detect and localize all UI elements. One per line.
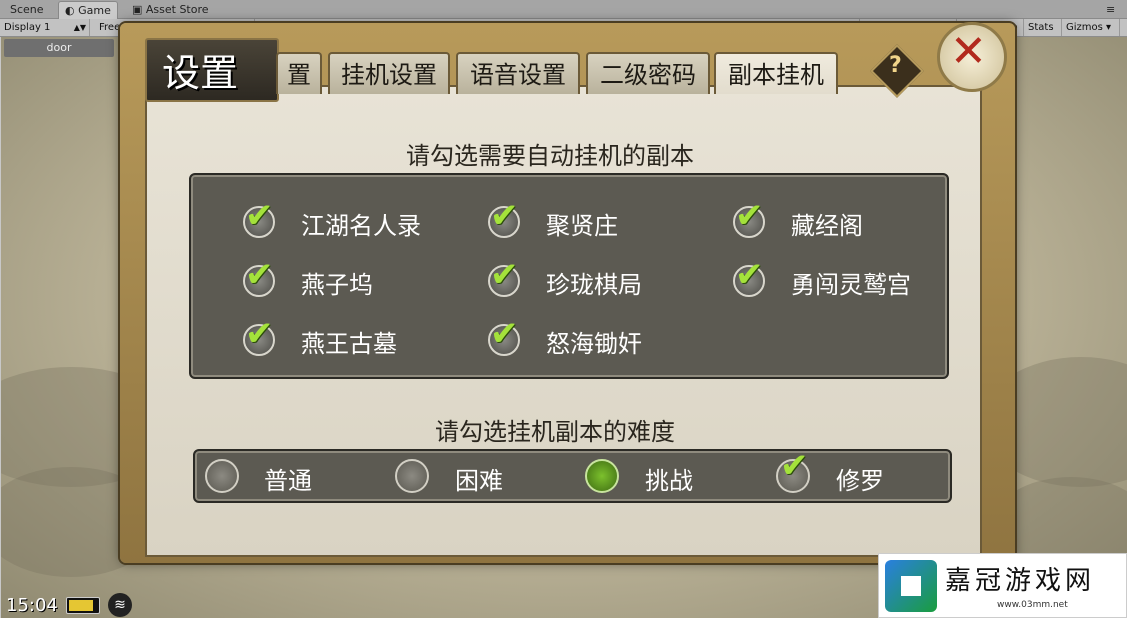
difficulty-label-challenge: 挑战 [645,467,693,495]
dungeon-label: 藏经阁 [791,212,863,240]
tab-game-label: Game [78,4,111,17]
dungeon-label: 燕王古墓 [301,330,397,358]
difficulty-label-normal: 普通 [264,467,312,495]
dialog-title: 设置 [162,51,239,95]
checkmark-icon: ✔ [490,314,519,354]
dungeon-label: 聚贤庄 [546,212,618,240]
checkmark-icon: ✔ [735,255,764,295]
tab-asset-store[interactable]: ▣ Asset Store [126,1,215,18]
checkmark-icon: ✔ [490,255,519,295]
logo-inner-square [901,576,921,596]
close-icon: ✕ [950,26,987,77]
question-icon: ? [889,53,902,78]
checkmark-icon: ✔ [245,255,274,295]
dungeon-label: 勇闯灵鹫宫 [791,271,911,299]
difficulty-radio-hard[interactable] [395,459,429,493]
stats-button[interactable]: Stats [1024,19,1062,36]
checkmark-icon: ✔ [780,446,809,486]
dungeon-prompt: 请勾选需要自动挂机的副本 [406,142,694,170]
dropdown-arrow-icon: ▲▼ [73,23,86,32]
difficulty-radio-challenge[interactable] [585,459,619,493]
dropdown-arrow-icon: ▾ [1102,22,1112,33]
tab-voice-settings[interactable]: 语音设置 [456,52,580,94]
game-tab-icon: ◐ [65,4,79,17]
tab-scene[interactable]: Scene [4,1,50,18]
tab-asset-store-label: Asset Store [145,3,209,16]
site-watermark: 嘉冠游戏网 www.03mm.net [878,553,1127,618]
panel-menu-icon[interactable]: ≡ [1100,1,1121,18]
tab-secondary-password[interactable]: 二级密码 [586,52,710,94]
display-dropdown[interactable]: Display 1 ▲▼ [0,19,90,36]
display-dropdown-value: Display 1 [4,22,51,33]
difficulty-prompt: 请勾选挂机副本的难度 [435,418,675,446]
difficulty-radio-normal[interactable] [205,459,239,493]
door-label: door [4,39,114,57]
dungeon-label: 江湖名人录 [301,212,421,240]
tab-game[interactable]: ◐ Game [58,1,118,19]
checkmark-icon: ✔ [245,314,274,354]
checkmark-icon: ✔ [735,196,764,236]
clock-time: 15:04 [6,595,58,616]
battery-icon [66,597,100,614]
dungeon-label: 怒海锄奸 [546,330,642,358]
tab-idle-settings[interactable]: 挂机设置 [328,52,450,94]
asset-store-icon: ▣ [132,3,146,16]
gizmos-dropdown[interactable]: Gizmos ▾ [1062,19,1120,36]
watermark-url: www.03mm.net [997,600,1068,610]
dungeon-label: 珍珑棋局 [546,271,642,299]
editor-tabbar: Scene ◐ Game ▣ Asset Store ≡ [0,0,1127,19]
watermark-logo-icon [885,560,937,612]
battery-level [69,600,93,611]
dungeon-label: 燕子坞 [301,271,373,299]
tab-dungeon-idle[interactable]: 副本挂机 [714,52,838,94]
wifi-icon: ≋ [108,593,132,617]
watermark-text: 嘉冠游戏网 [945,566,1096,596]
gizmos-label: Gizmos [1066,22,1103,33]
checkmark-icon: ✔ [245,196,274,236]
checkmark-icon: ✔ [490,196,519,236]
difficulty-label-asura: 修罗 [836,467,884,495]
difficulty-label-hard: 困难 [455,467,503,495]
tab-settings-partial[interactable]: 置 [276,52,322,94]
